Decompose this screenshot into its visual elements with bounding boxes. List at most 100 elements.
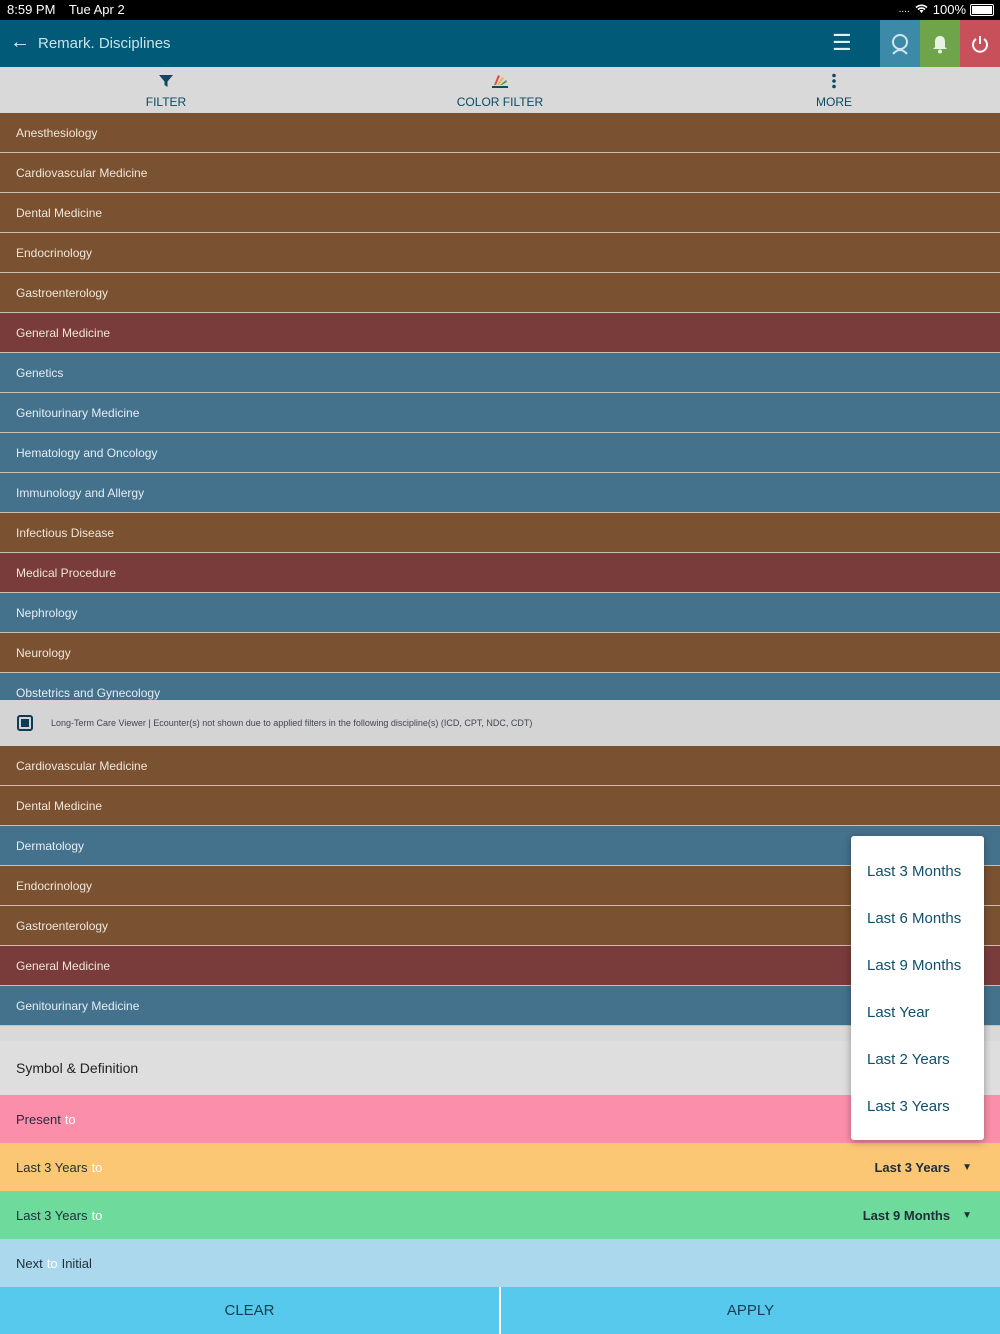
more-button[interactable]: MORE (734, 67, 934, 113)
discipline-label: Nephrology (16, 605, 78, 620)
dropdown-option[interactable]: Last 9 Months (851, 942, 984, 989)
discipline-label: Medical Procedure (16, 565, 117, 580)
apply-button[interactable]: APPLY (501, 1287, 1000, 1334)
discipline-label: General Medicine (16, 325, 111, 340)
definition-from: Last 3 Years (16, 1159, 88, 1175)
symbol-definition-header: Symbol & Definition (0, 1041, 1000, 1095)
app-bar: ← Remark. Disciplines ☰ (0, 20, 1000, 67)
discipline-row[interactable]: Cardiovascular Medicine (0, 153, 1000, 193)
discipline-row[interactable]: Neurology (0, 633, 1000, 673)
color-filter-button[interactable]: COLOR FILTER (400, 67, 600, 113)
page-title: Remark. Disciplines (38, 35, 171, 52)
discipline-label: Dermatology (16, 838, 85, 853)
discipline-row[interactable]: Gastroenterology (0, 906, 1000, 946)
discipline-label: Cardiovascular Medicine (16, 758, 148, 773)
status-bar: 8:59 PM Tue Apr 2 .... 100% (0, 0, 1000, 20)
back-arrow-icon[interactable]: ← (10, 31, 30, 54)
definition-from: Next (16, 1255, 43, 1271)
period-select[interactable]: Last 9 Months ▼ (863, 1191, 972, 1239)
discipline-label: Genitourinary Medicine (16, 405, 140, 420)
definition-to: to (46, 1255, 58, 1271)
discipline-label: Gastroenterology (16, 918, 109, 933)
dropdown-option[interactable]: Last Year (851, 989, 984, 1036)
power-icon[interactable] (960, 20, 1000, 67)
bottom-action-bar: CLEAR APPLY (0, 1287, 1000, 1334)
period-select[interactable]: Last 3 Years ▼ (874, 1143, 972, 1191)
definition-to: to (91, 1159, 103, 1175)
filter-label: FILTER (145, 95, 187, 109)
discipline-label: Endocrinology (16, 878, 93, 893)
hamburger-menu-icon[interactable]: ☰ (832, 30, 852, 56)
discipline-row[interactable]: Dermatology (0, 826, 1000, 866)
discipline-row[interactable]: Anesthesiology (0, 113, 1000, 153)
discipline-label: Obstetrics and Gynecology (16, 685, 161, 700)
clear-button[interactable]: CLEAR (0, 1287, 499, 1334)
battery-icon (970, 3, 994, 16)
battery-percent: 100% (932, 2, 966, 17)
signal-indicator: .... (898, 4, 910, 15)
discipline-label: Anesthesiology (16, 125, 98, 140)
definition-row-present: Present to (0, 1095, 1000, 1143)
dropdown-option[interactable]: Last 3 Years (851, 1083, 984, 1130)
discipline-label: Endocrinology (16, 245, 93, 260)
discipline-row[interactable]: Obstetrics and Gynecology (0, 673, 1000, 700)
dropdown-option[interactable]: Last 2 Years (851, 1036, 984, 1083)
discipline-row[interactable]: General Medicine (0, 313, 1000, 353)
dropdown-option[interactable]: Last 3 Months (851, 848, 984, 895)
more-label: MORE (816, 95, 852, 109)
discipline-label: Dental Medicine (16, 798, 103, 813)
period-dropdown-menu: Last 3 Months Last 6 Months Last 9 Month… (851, 836, 984, 1140)
discipline-row[interactable]: Infectious Disease (0, 513, 1000, 553)
more-vertical-icon (734, 73, 934, 91)
discipline-row[interactable]: Dental Medicine (0, 786, 1000, 826)
period-select-value: Last 9 Months (862, 1207, 951, 1223)
discipline-label: Cardiovascular Medicine (16, 165, 148, 180)
definition-to: to (64, 1111, 76, 1127)
hidden-encounters-notice: Long-Term Care Viewer | Ecounter(s) not … (0, 700, 1000, 746)
discipline-row[interactable]: Gastroenterology (0, 273, 1000, 313)
discipline-label: Immunology and Allergy (16, 485, 145, 500)
notice-text: Long-Term Care Viewer | Ecounter(s) not … (51, 718, 533, 728)
discipline-row[interactable]: Endocrinology (0, 866, 1000, 906)
discipline-list-bottom: Cardiovascular Medicine Dental Medicine De… (0, 746, 1000, 1041)
discipline-list-top: Anesthesiology Cardiovascular Medicine Den… (0, 113, 1000, 700)
discipline-label: Dental Medicine (16, 205, 103, 220)
funnel-icon (66, 73, 266, 91)
notification-bell-icon[interactable] (920, 20, 960, 67)
discipline-row[interactable]: General Medicine (0, 946, 1000, 986)
discipline-label: Hematology and Oncology (16, 445, 158, 460)
discipline-row[interactable]: Cardiovascular Medicine (0, 746, 1000, 786)
dropdown-caret-icon: ▼ (962, 1161, 972, 1173)
discipline-row[interactable]: Genitourinary Medicine (0, 986, 1000, 1026)
definition-value: Initial (61, 1255, 92, 1271)
color-filter-label: COLOR FILTER (456, 95, 544, 109)
action-toolbar: FILTER COLOR FILTER MORE (0, 67, 1000, 113)
discipline-label: General Medicine (16, 958, 111, 973)
discipline-row[interactable]: Nephrology (0, 593, 1000, 633)
discipline-row[interactable]: Immunology and Allergy (0, 473, 1000, 513)
definition-from: Last 3 Years (16, 1207, 88, 1223)
color-palette-icon (400, 73, 600, 91)
notice-checkbox[interactable] (17, 715, 33, 731)
filter-button[interactable]: FILTER (66, 67, 266, 113)
doctor-icon[interactable] (880, 20, 920, 67)
wifi-icon (914, 2, 929, 17)
status-time: 8:59 PM (7, 2, 56, 17)
discipline-row[interactable]: Endocrinology (0, 233, 1000, 273)
discipline-label: Genetics (16, 365, 64, 380)
status-date: Tue Apr 2 (68, 2, 125, 17)
discipline-row[interactable]: Medical Procedure (0, 553, 1000, 593)
discipline-row[interactable]: Genitourinary Medicine (0, 393, 1000, 433)
discipline-label: Genitourinary Medicine (16, 998, 140, 1013)
discipline-row[interactable]: Dental Medicine (0, 193, 1000, 233)
period-select-value: Last 3 Years (874, 1159, 951, 1175)
definition-row-last-3-years: Last 3 Years to Last 3 Years ▼ (0, 1143, 1000, 1191)
definition-to: to (91, 1207, 103, 1223)
discipline-row[interactable]: Hematology and Oncology (0, 433, 1000, 473)
dropdown-option[interactable]: Last 6 Months (851, 895, 984, 942)
discipline-row[interactable]: Genetics (0, 353, 1000, 393)
definition-from: Present (16, 1111, 61, 1127)
dropdown-caret-icon: ▼ (962, 1209, 972, 1221)
definition-row-next: Next to Initial (0, 1239, 1000, 1287)
discipline-label: Gastroenterology (16, 285, 109, 300)
